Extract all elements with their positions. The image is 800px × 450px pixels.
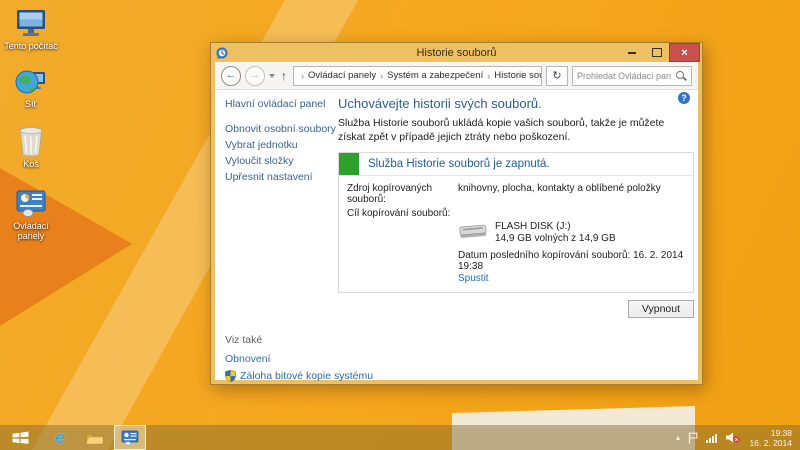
breadcrumb-item-file-history[interactable]: Historie souborů (494, 70, 542, 81)
search-icon[interactable] (675, 70, 687, 82)
drive-name: FLASH DISK (J:) (495, 221, 616, 233)
see-also-section: Viz také Obnovení (225, 334, 373, 382)
desktop-icon-recycle-bin[interactable]: Koš (4, 124, 58, 169)
recycle-bin-icon (4, 124, 58, 157)
clock-time: 19:38 (748, 428, 792, 438)
sidebar-item-restore-files[interactable]: Obnovit osobní soubory (225, 123, 337, 135)
desktop-icon-this-pc[interactable]: Tento počítač (4, 6, 58, 51)
breadcrumb-separator-icon: › (300, 71, 305, 81)
refresh-icon: ↻ (552, 69, 561, 82)
status-banner: Služba Historie souborů je zapnutá. (339, 153, 693, 176)
control-panel-taskbar-button[interactable] (114, 425, 146, 450)
content-area: ? Hlavní ovládací panel Obnovit osobní s… (215, 90, 698, 380)
search-input[interactable] (573, 71, 675, 81)
sidebar-item-select-drive[interactable]: Vybrat jednotku (225, 139, 337, 151)
this-pc-icon (4, 6, 58, 39)
network-status-icon[interactable] (706, 433, 717, 443)
close-button[interactable]: × (669, 43, 700, 62)
refresh-button[interactable]: ↻ (546, 66, 568, 86)
back-button[interactable]: ← (221, 66, 241, 86)
system-tray: ▴ 19:38 16. 2. 2014 (676, 428, 800, 448)
turn-off-button[interactable]: Vypnout (628, 300, 694, 318)
minimize-button[interactable] (619, 43, 644, 62)
breadcrumb-item-control-panel[interactable]: Ovládací panely (308, 70, 376, 81)
windows-logo-icon (12, 431, 29, 444)
breadcrumb-separator-icon: › (486, 71, 491, 81)
main-panel: Uchovávejte historii svých souborů. Služ… (338, 94, 696, 318)
back-icon: ← (226, 70, 237, 81)
minimize-icon (628, 52, 636, 54)
maximize-button[interactable] (644, 43, 669, 62)
desktop: Tento počítač Síť Koš (0, 0, 800, 450)
drive-free-space: 14,9 GB volných z 14,9 GB (495, 233, 616, 245)
taskbar: e ▴ (0, 425, 800, 450)
title-bar: Historie souborů × (211, 43, 702, 62)
target-drive: FLASH DISK (J:) 14,9 GB volných z 14,9 G… (458, 221, 685, 245)
status-text: Služba Historie souborů je zapnutá. (359, 158, 550, 170)
sidebar-item-exclude-folders[interactable]: Vyloučit složky (225, 155, 337, 167)
up-button[interactable]: ↑ (279, 70, 289, 82)
page-title: Uchovávejte historii svých souborů. (338, 96, 696, 111)
forward-icon: → (250, 70, 261, 81)
window-icon (216, 47, 228, 59)
desktop-icon-label: Síť (4, 99, 58, 109)
start-button[interactable] (8, 426, 32, 449)
copy-target-label: Cíl kopírování souborů: (347, 208, 458, 219)
status-details: Zdroj kopírovaných souborů: knihovny, pl… (339, 176, 693, 292)
breadcrumb-separator-icon: › (379, 71, 384, 81)
network-icon (4, 64, 58, 97)
status-on-indicator (339, 153, 359, 175)
action-center-flag-icon[interactable] (688, 432, 698, 444)
see-also-heading: Viz také (225, 334, 373, 346)
file-history-status-box: Služba Historie souborů je zapnutá. Zdro… (338, 152, 694, 293)
recent-pages-dropdown-icon[interactable] (269, 74, 275, 78)
system-image-backup-link[interactable]: Záloha bitové kopie systému (240, 370, 373, 382)
volume-muted-icon[interactable] (725, 432, 740, 443)
breadcrumb-item-system-security[interactable]: Systém a zabezpečení (387, 70, 483, 81)
flash-drive-icon (458, 221, 488, 241)
file-history-window: Historie souborů × ← → ↑ (210, 42, 703, 385)
sidebar-item-advanced-settings[interactable]: Upřesnit nastavení (225, 171, 337, 183)
desktop-icon-label: Ovládací panely (4, 221, 58, 241)
up-icon: ↑ (281, 69, 287, 83)
file-explorer-icon (85, 431, 104, 445)
control-panel-icon (4, 186, 58, 219)
page-description: Služba Historie souborů ukládá kopie vaš… (338, 117, 694, 145)
desktop-icon-control-panel[interactable]: Ovládací panely (4, 186, 58, 241)
recovery-link[interactable]: Obnovení (225, 353, 373, 365)
desktop-icon-label: Tento počítač (4, 41, 58, 51)
uac-shield-icon (225, 370, 236, 382)
file-explorer-button[interactable] (82, 426, 106, 449)
close-icon: × (681, 47, 687, 59)
search-box (572, 66, 692, 86)
clock-date: 16. 2. 2014 (748, 438, 792, 448)
internet-explorer-icon: e (55, 428, 64, 448)
sidebar: Hlavní ovládací panel Obnovit osobní sou… (225, 98, 337, 187)
forward-button[interactable]: → (245, 66, 265, 86)
run-now-link[interactable]: Spustit (458, 273, 685, 284)
maximize-icon (652, 48, 662, 57)
internet-explorer-button[interactable]: e (48, 426, 72, 449)
sidebar-item-control-panel-home[interactable]: Hlavní ovládací panel (225, 98, 337, 110)
desktop-icon-label: Koš (4, 159, 58, 169)
address-bar[interactable]: › Ovládací panely › Systém a zabezpečení… (293, 66, 542, 86)
window-body: ← → ↑ › Ovládací panely › Systém a zabe (215, 62, 698, 380)
copy-source-value: knihovny, plocha, kontakty a oblíbené po… (458, 183, 661, 205)
last-backup-date: Datum posledního kopírování souborů: 16.… (458, 250, 685, 272)
navigation-toolbar: ← → ↑ › Ovládací panely › Systém a zabe (215, 62, 698, 90)
copy-source-label: Zdroj kopírovaných souborů: (347, 183, 458, 205)
show-hidden-icons-button[interactable]: ▴ (676, 433, 680, 442)
clock[interactable]: 19:38 16. 2. 2014 (748, 428, 792, 448)
control-panel-taskbar-icon (121, 430, 139, 446)
desktop-icon-network[interactable]: Síť (4, 64, 58, 109)
